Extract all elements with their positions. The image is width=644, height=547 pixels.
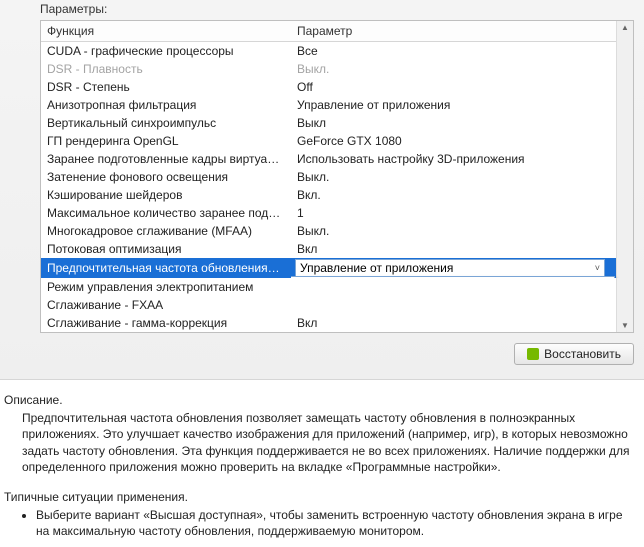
- setting-name: ГП рендеринга OpenGL: [41, 132, 291, 150]
- setting-name: Кэширование шейдеров: [41, 186, 291, 204]
- restore-button-label: Восстановить: [544, 347, 621, 361]
- setting-value[interactable]: Вкл: [291, 314, 633, 332]
- dropdown-option[interactable]: Высшая доступная: [291, 277, 614, 278]
- table-row[interactable]: Сглаживание - FXAA: [41, 296, 633, 314]
- table-row[interactable]: Кэширование шейдеровВкл.: [41, 186, 633, 204]
- dropdown-popup[interactable]: Высшая доступнаяУправление от приложения: [291, 276, 615, 278]
- dropdown-selected[interactable]: Управление от приложения ˅: [295, 259, 605, 277]
- table-row[interactable]: CUDA - графические процессорыВсе: [41, 42, 633, 61]
- setting-name: DSR - Плавность: [41, 60, 291, 78]
- dropdown-selected-label: Управление от приложения: [300, 261, 453, 275]
- setting-name: DSR - Степень: [41, 78, 291, 96]
- vertical-scrollbar[interactable]: [616, 21, 633, 332]
- setting-value[interactable]: Вкл.: [291, 186, 633, 204]
- table-row[interactable]: Предпочтительная частота обновления (…Уп…: [41, 258, 633, 278]
- setting-value[interactable]: Выкл.: [291, 222, 633, 240]
- table-row[interactable]: Максимальное количество заранее подго…1: [41, 204, 633, 222]
- column-header-function[interactable]: Функция: [41, 21, 291, 42]
- setting-name: Режим управления электропитанием: [41, 278, 291, 296]
- setting-name: Заранее подготовленные кадры виртуал…: [41, 150, 291, 168]
- table-row[interactable]: Заранее подготовленные кадры виртуал…Исп…: [41, 150, 633, 168]
- parameters-label: Параметры:: [10, 0, 634, 20]
- settings-table[interactable]: Функция Параметр CUDA - графические проц…: [41, 21, 633, 332]
- setting-value[interactable]: [291, 278, 633, 296]
- description-body: Предпочтительная частота обновления позв…: [4, 410, 634, 475]
- table-row[interactable]: DSR - СтепеньOff: [41, 78, 633, 96]
- table-row[interactable]: Сглаживание - гамма-коррекцияВкл: [41, 314, 633, 332]
- setting-value[interactable]: Все: [291, 42, 633, 61]
- typical-item: Выберите вариант «Высшая доступная», что…: [36, 507, 634, 539]
- setting-name: Анизотропная фильтрация: [41, 96, 291, 114]
- setting-value[interactable]: Управление от приложения ˅ Высшая доступна…: [291, 258, 633, 278]
- setting-value[interactable]: GeForce GTX 1080: [291, 132, 633, 150]
- settings-table-container: Функция Параметр CUDA - графические проц…: [40, 20, 634, 333]
- setting-value[interactable]: Управление от приложения: [291, 96, 633, 114]
- setting-value[interactable]: Выкл: [291, 114, 633, 132]
- setting-name: Максимальное количество заранее подго…: [41, 204, 291, 222]
- setting-name: CUDA - графические процессоры: [41, 42, 291, 61]
- table-row[interactable]: Вертикальный синхроимпульсВыкл: [41, 114, 633, 132]
- setting-value[interactable]: Выкл.: [291, 168, 633, 186]
- typical-heading: Типичные ситуации применения.: [4, 489, 634, 505]
- nvidia-icon: [527, 348, 539, 360]
- table-row[interactable]: Режим управления электропитанием: [41, 278, 633, 296]
- setting-name: Вертикальный синхроимпульс: [41, 114, 291, 132]
- setting-name: Сглаживание - гамма-коррекция: [41, 314, 291, 332]
- table-row[interactable]: Затенение фонового освещенияВыкл.: [41, 168, 633, 186]
- table-row[interactable]: Многокадровое сглаживание (MFAA)Выкл.: [41, 222, 633, 240]
- setting-name: Сглаживание - FXAA: [41, 296, 291, 314]
- setting-value[interactable]: Выкл.: [291, 60, 633, 78]
- chevron-down-icon[interactable]: ˅: [593, 263, 602, 273]
- restore-button[interactable]: Восстановить: [514, 343, 634, 365]
- table-row[interactable]: Анизотропная фильтрацияУправление от при…: [41, 96, 633, 114]
- setting-value[interactable]: [291, 296, 633, 314]
- setting-value[interactable]: 1: [291, 204, 633, 222]
- table-row[interactable]: ГП рендеринга OpenGLGeForce GTX 1080: [41, 132, 633, 150]
- setting-name: Многокадровое сглаживание (MFAA): [41, 222, 291, 240]
- table-row[interactable]: Потоковая оптимизацияВкл: [41, 240, 633, 258]
- description-heading: Описание.: [4, 392, 634, 408]
- setting-name: Предпочтительная частота обновления (…: [41, 258, 291, 278]
- setting-value[interactable]: Off: [291, 78, 633, 96]
- column-header-value[interactable]: Параметр: [291, 21, 633, 42]
- typical-body: Выберите вариант «Высшая доступная», что…: [4, 507, 634, 539]
- setting-name: Потоковая оптимизация: [41, 240, 291, 258]
- setting-value[interactable]: Использовать настройку 3D-приложения: [291, 150, 633, 168]
- setting-name: Затенение фонового освещения: [41, 168, 291, 186]
- table-row[interactable]: DSR - ПлавностьВыкл.: [41, 60, 633, 78]
- setting-value[interactable]: Вкл: [291, 240, 633, 258]
